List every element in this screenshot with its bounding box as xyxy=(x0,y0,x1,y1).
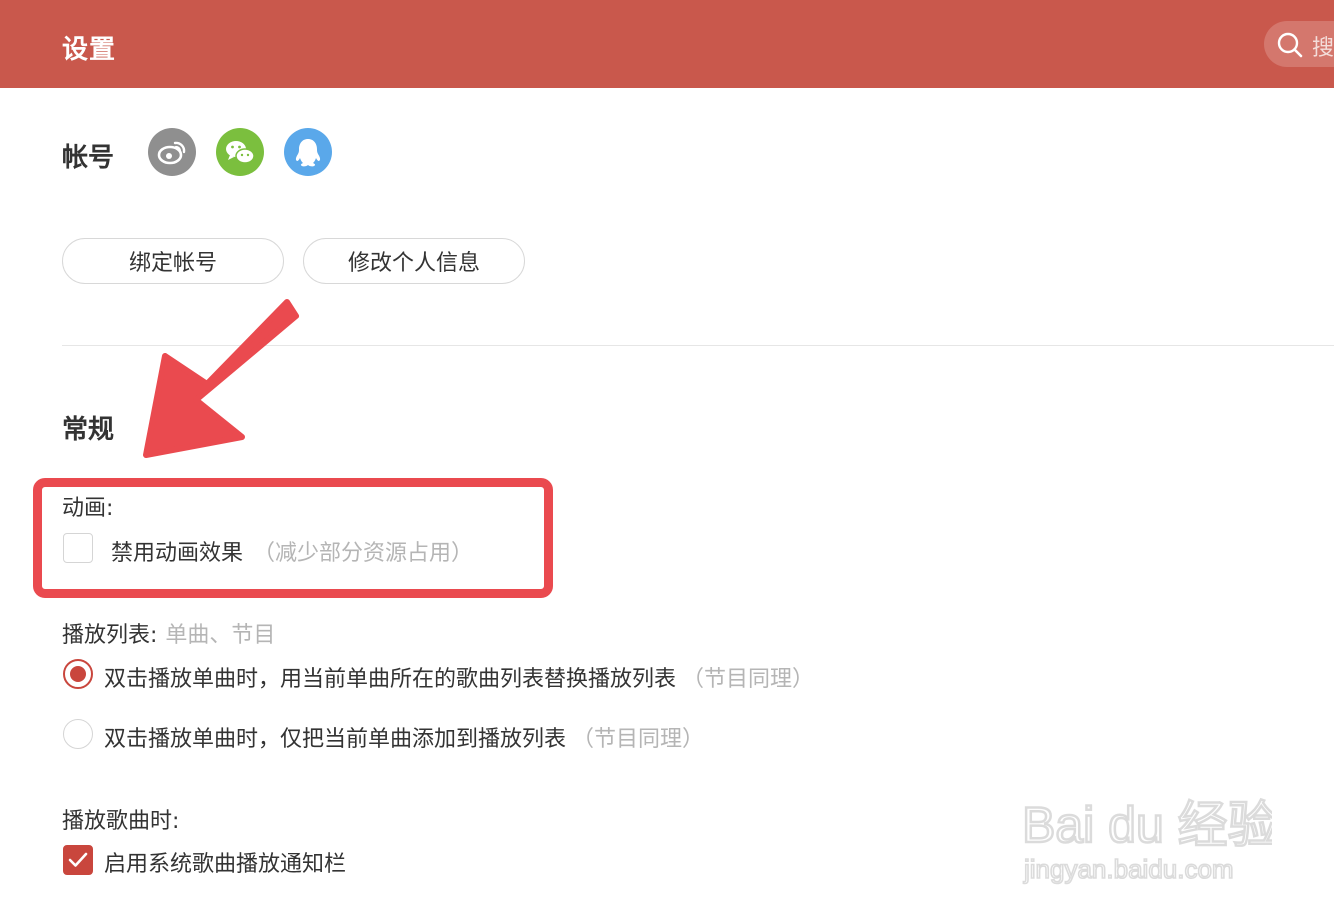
playlist-label-text: 播放列表: xyxy=(62,623,158,648)
watermark-brand: Bai du 经验 xyxy=(1022,797,1272,853)
playlist-append-option[interactable]: 双击播放单曲时，仅把当前单曲添加到播放列表 （节目同理） xyxy=(104,721,704,753)
notification-checkbox[interactable] xyxy=(63,845,93,875)
playlist-replace-hint: （节目同理） xyxy=(682,667,815,692)
general-title: 常规 xyxy=(62,415,115,445)
playlist-label: 播放列表: 单曲、节目 xyxy=(62,617,275,649)
playlist-label-hint: 单曲、节目 xyxy=(165,623,276,648)
playlist-replace-text: 双击播放单曲时，用当前单曲所在的歌曲列表替换播放列表 xyxy=(104,667,677,692)
notification-option[interactable]: 启用系统歌曲播放通知栏 xyxy=(104,846,346,878)
playlist-replace-radio[interactable] xyxy=(63,659,93,689)
baidu-watermark: Bai du 经验 jingyan.baidu.com xyxy=(1021,770,1279,890)
playlist-append-text: 双击播放单曲时，仅把当前单曲添加到播放列表 xyxy=(104,727,567,752)
annotation-highlight-box xyxy=(33,478,553,598)
playlist-append-hint: （节目同理） xyxy=(572,727,705,752)
playlist-append-radio[interactable] xyxy=(63,719,93,749)
playlist-replace-option[interactable]: 双击播放单曲时，用当前单曲所在的歌曲列表替换播放列表 （节目同理） xyxy=(104,661,814,693)
watermark-url: jingyan.baidu.com xyxy=(1023,854,1234,884)
playing-label: 播放歌曲时: xyxy=(62,809,180,834)
check-icon xyxy=(68,852,88,867)
